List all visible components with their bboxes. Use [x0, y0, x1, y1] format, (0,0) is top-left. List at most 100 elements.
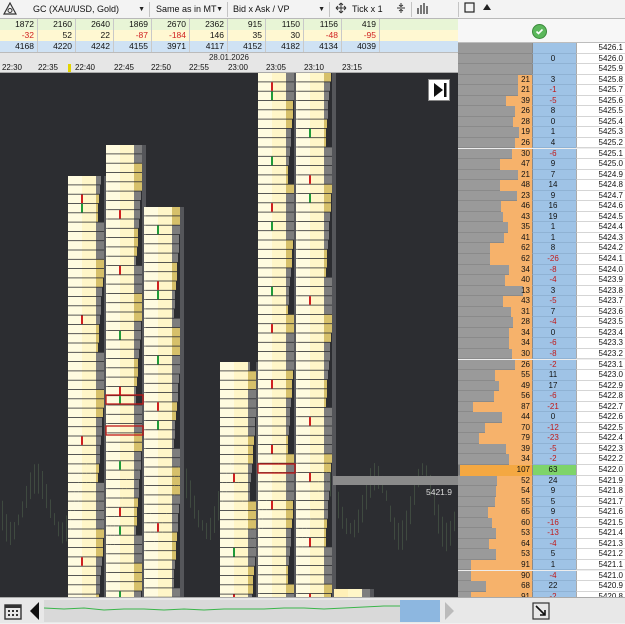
ladder-delta: -8: [549, 264, 557, 274]
ladder-row[interactable]: 19 1 5425.3: [458, 127, 625, 138]
ladder-row[interactable]: 28 -4 5423.5: [458, 317, 625, 328]
ladder-row[interactable]: 34 -6 5423.3: [458, 338, 625, 349]
ladder-row[interactable]: 35 1 5424.4: [458, 222, 625, 233]
footprint-cell: [296, 519, 310, 528]
expand-arrow-icon[interactable]: [532, 602, 550, 620]
ladder-row[interactable]: 40 -4 5423.9: [458, 275, 625, 286]
price-ladder[interactable]: 5426.1 0 5426.0 5425.9 21 3 5425.8 21 -1 5425.7 39…: [458, 19, 625, 597]
volume-profile-bar: [324, 110, 328, 119]
ladder-row[interactable]: 64 -4 5421.3: [458, 538, 625, 550]
caret-up-icon[interactable]: [482, 2, 496, 17]
footprint-cell: [272, 82, 286, 91]
ladder-row[interactable]: 34 -2 5422.2: [458, 454, 625, 465]
ladder-row[interactable]: 48 14 5424.8: [458, 180, 625, 191]
footprint-cell: [272, 91, 286, 101]
ladder-row[interactable]: 54 9 5421.8: [458, 486, 625, 497]
navigator-window[interactable]: [400, 600, 440, 622]
ladder-row[interactable]: 65 9 5421.6: [458, 507, 625, 518]
tick-multiplier[interactable]: Tick x 1: [352, 2, 392, 17]
ladder-row[interactable]: 26 -2 5423.1: [458, 359, 625, 371]
scroll-to-end-button[interactable]: [428, 79, 450, 101]
ladder-row[interactable]: 90 -4 5421.0: [458, 570, 625, 582]
mode-dropdown[interactable]: Bid x Ask / VP ▼: [230, 2, 330, 17]
ladder-row[interactable]: 68 22 5420.9: [458, 581, 625, 592]
ladder-row[interactable]: 26 4 5425.2: [458, 137, 625, 149]
ladder-row[interactable]: 23 9 5424.7: [458, 190, 625, 202]
footprint-cell: [106, 442, 120, 452]
footprint-cell: [106, 210, 120, 219]
bar-chart-icon[interactable]: [416, 2, 432, 17]
ladder-price: 5421.3: [598, 538, 623, 548]
ladder-row[interactable]: 5425.9: [458, 64, 625, 75]
maximize-square-icon[interactable]: [464, 2, 478, 17]
ladder-row[interactable]: 21 -1 5425.7: [458, 85, 625, 96]
ladder-row[interactable]: 26 8 5425.5: [458, 106, 625, 117]
ladder-row[interactable]: 49 17 5422.9: [458, 380, 625, 392]
ladder-row[interactable]: 34 -8 5424.0: [458, 264, 625, 276]
footprint-cell: [272, 166, 286, 175]
volume-profile-bar: [324, 528, 326, 538]
ladder-row[interactable]: 46 16 5424.6: [458, 201, 625, 212]
ladder-row[interactable]: 43 -5 5423.7: [458, 296, 625, 307]
imbalance-mark: [119, 507, 121, 517]
volume-profile-bar: [248, 529, 257, 538]
ladder-row[interactable]: 55 11 5423.0: [458, 370, 625, 381]
ladder-row[interactable]: 21 7 5424.9: [458, 169, 625, 181]
ladder-row[interactable]: 62 8 5424.2: [458, 243, 625, 254]
footprint-cell: [258, 212, 272, 221]
ladder-row[interactable]: 56 -6 5422.8: [458, 391, 625, 402]
ladder-row[interactable]: 87 -21 5422.7: [458, 401, 625, 413]
footprint-cell: [106, 275, 120, 284]
ladder-row[interactable]: 55 5 5421.7: [458, 496, 625, 508]
symbol-dropdown[interactable]: GC (XAU/USD, Gold) ▼: [30, 2, 150, 17]
ladder-row[interactable]: 47 9 5425.0: [458, 159, 625, 170]
footprint-chart[interactable]: 5421.9: [0, 73, 458, 597]
ladder-row[interactable]: 34 0 5423.4: [458, 327, 625, 339]
ladder-row[interactable]: 52 24 5421.9: [458, 475, 625, 487]
ladder-row[interactable]: 30 -6 5425.1: [458, 148, 625, 160]
volume-profile-bar: [134, 293, 143, 303]
footprint-cell: [296, 156, 310, 166]
scroll-left-icon[interactable]: [27, 600, 42, 622]
scroll-right-icon[interactable]: [442, 600, 457, 622]
navigator-track[interactable]: [43, 600, 440, 622]
ladder-row[interactable]: 41 1 5424.3: [458, 232, 625, 244]
ladder-row[interactable]: 62 -26 5424.1: [458, 254, 625, 265]
compress-vertical-icon[interactable]: [395, 2, 409, 17]
calendar-icon[interactable]: [3, 601, 23, 621]
footprint-cell: [82, 203, 96, 213]
ladder-row[interactable]: 91 1 5421.1: [458, 559, 625, 571]
ladder-row[interactable]: 39 -5 5425.6: [458, 95, 625, 107]
volume-profile-bar: [286, 138, 291, 147]
footprint-cell: [310, 565, 324, 575]
ladder-row[interactable]: 13 3 5423.8: [458, 285, 625, 297]
footprint-cell: [82, 501, 96, 510]
timezone-dropdown[interactable]: Same as in MT ▼: [153, 2, 228, 17]
ladder-row[interactable]: 53 5 5421.2: [458, 549, 625, 560]
ladder-row[interactable]: 79 -23 5422.4: [458, 433, 625, 444]
ladder-row[interactable]: 5426.1: [458, 43, 625, 54]
volume-profile-bar: [172, 486, 181, 495]
footprint-cell: [68, 557, 82, 566]
ladder-row[interactable]: 107 63 5422.0: [458, 465, 625, 476]
cross-arrows-icon[interactable]: [335, 2, 349, 17]
volume-profile-bar: [324, 510, 328, 519]
ladder-row[interactable]: 0 5426.0: [458, 53, 625, 65]
ladder-row[interactable]: 60 -16 5421.5: [458, 517, 625, 529]
footprint-cell: [296, 538, 310, 547]
footprint-cell: [144, 476, 158, 486]
footprint-cell: [258, 510, 272, 519]
footprint-cell: [68, 231, 82, 241]
ladder-row[interactable]: 30 -8 5423.2: [458, 348, 625, 360]
ladder-row[interactable]: 39 -5 5422.3: [458, 443, 625, 455]
ladder-row[interactable]: 28 0 5425.4: [458, 116, 625, 128]
logo-icon[interactable]: [3, 2, 29, 17]
ladder-row[interactable]: 43 19 5424.5: [458, 211, 625, 223]
ladder-price: 5421.2: [598, 549, 623, 559]
ladder-row[interactable]: 53 -13 5421.4: [458, 528, 625, 539]
footprint-cell: [82, 548, 96, 557]
ladder-row[interactable]: 70 -12 5422.5: [458, 422, 625, 434]
ladder-row[interactable]: 44 0 5422.6: [458, 412, 625, 423]
ladder-row[interactable]: 31 7 5423.6: [458, 306, 625, 318]
ladder-row[interactable]: 21 3 5425.8: [458, 74, 625, 86]
